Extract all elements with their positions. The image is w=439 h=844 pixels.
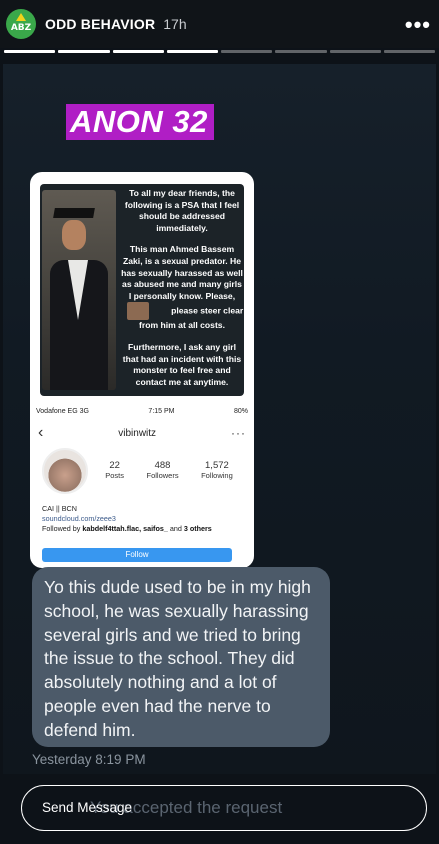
stat-label: Followers: [146, 471, 179, 480]
stat-label: Posts: [105, 471, 124, 480]
send-message-placeholder: Send Message: [42, 800, 133, 815]
progress-segment: [275, 50, 327, 53]
profile-nav: ‹ vibinwitz ···: [38, 424, 246, 442]
phone-status-bar: Vodafone EG 3G 7:15 PM 80%: [36, 408, 248, 415]
psa-paragraph-text: This man Ahmed Bassem Zaki, is a sexual …: [121, 244, 243, 301]
progress-segment: [166, 50, 218, 53]
progress-segment: [58, 50, 110, 53]
followed-by: Followed by kabdelf4ttah.flac, saifos_ a…: [42, 524, 212, 534]
psa-paragraph: To all my dear friends, the following is…: [124, 188, 240, 233]
progress-segment: [329, 50, 381, 53]
avatar-text: ABZ: [10, 23, 32, 33]
avatar[interactable]: ABZ: [6, 9, 36, 39]
bio-link: soundcloud.com/zeee3: [42, 513, 116, 523]
stat-following: 1,572 Following: [201, 460, 233, 480]
person-photo: [42, 190, 116, 390]
psa-paragraph: Furthermore, I ask any girl that had an …: [122, 341, 242, 387]
small-photo-thumbnail: [126, 302, 149, 321]
clock-label: 7:15 PM: [148, 408, 175, 415]
progress-segment: [221, 50, 273, 53]
stat-followers: 488 Followers: [146, 460, 178, 480]
followed-by-others: 3 others: [183, 523, 212, 533]
stat-number: 22: [109, 460, 120, 471]
battery-label: 80%: [233, 408, 248, 415]
more-options-icon[interactable]: •••: [405, 12, 431, 38]
stat-number: 488: [154, 460, 171, 471]
profile-bio: CAI || BCN soundcloud.com/zeee3 Followed…: [42, 504, 212, 533]
psa-post: To all my dear friends, the following is…: [40, 184, 244, 396]
warning-icon: [16, 13, 26, 21]
followed-by-prefix: Followed by: [42, 523, 83, 533]
send-message-input[interactable]: You accepted the request Send Message: [21, 785, 427, 831]
back-arrow-icon: ‹: [38, 424, 44, 441]
carrier-label: Vodafone EG 3G: [36, 408, 89, 415]
story-header: ABZ ODD BEHAVIOR 17h •••: [0, 0, 439, 48]
followed-by-and: and: [167, 523, 184, 533]
anon-tag: ANON 32: [66, 104, 214, 140]
shared-screenshot-card: To all my dear friends, the following is…: [30, 172, 254, 568]
follow-button: Follow: [42, 548, 232, 562]
profile-picture: [42, 448, 88, 494]
progress-segment: [112, 50, 164, 53]
story-progress-bar: [4, 50, 435, 53]
psa-paragraph-text: please steer clear from him at all costs…: [139, 305, 244, 331]
more-icon: ···: [231, 426, 246, 440]
stat-label: Following: [201, 471, 233, 480]
message-timestamp: Yesterday 8:19 PM: [32, 752, 146, 767]
post-time: 17h: [163, 16, 187, 32]
bio-line: CAI || BCN: [42, 504, 77, 513]
progress-segment: [4, 50, 56, 53]
stat-posts: 22 Posts: [105, 460, 124, 480]
stat-number: 1,572: [205, 460, 229, 471]
username[interactable]: ODD BEHAVIOR: [45, 16, 155, 32]
psa-text: To all my dear friends, the following is…: [120, 188, 244, 396]
profile-handle: vibinwitz: [118, 427, 157, 439]
progress-segment: [383, 50, 435, 53]
psa-paragraph: This man Ahmed Bassem Zaki, is a sexual …: [120, 244, 244, 332]
followed-by-names: kabdelf4ttah.flac, saifos_: [82, 523, 168, 533]
profile-stats: 22 Posts 488 Followers 1,572 Following: [94, 460, 244, 480]
message-bubble: Yo this dude used to be in my high schoo…: [32, 567, 330, 747]
